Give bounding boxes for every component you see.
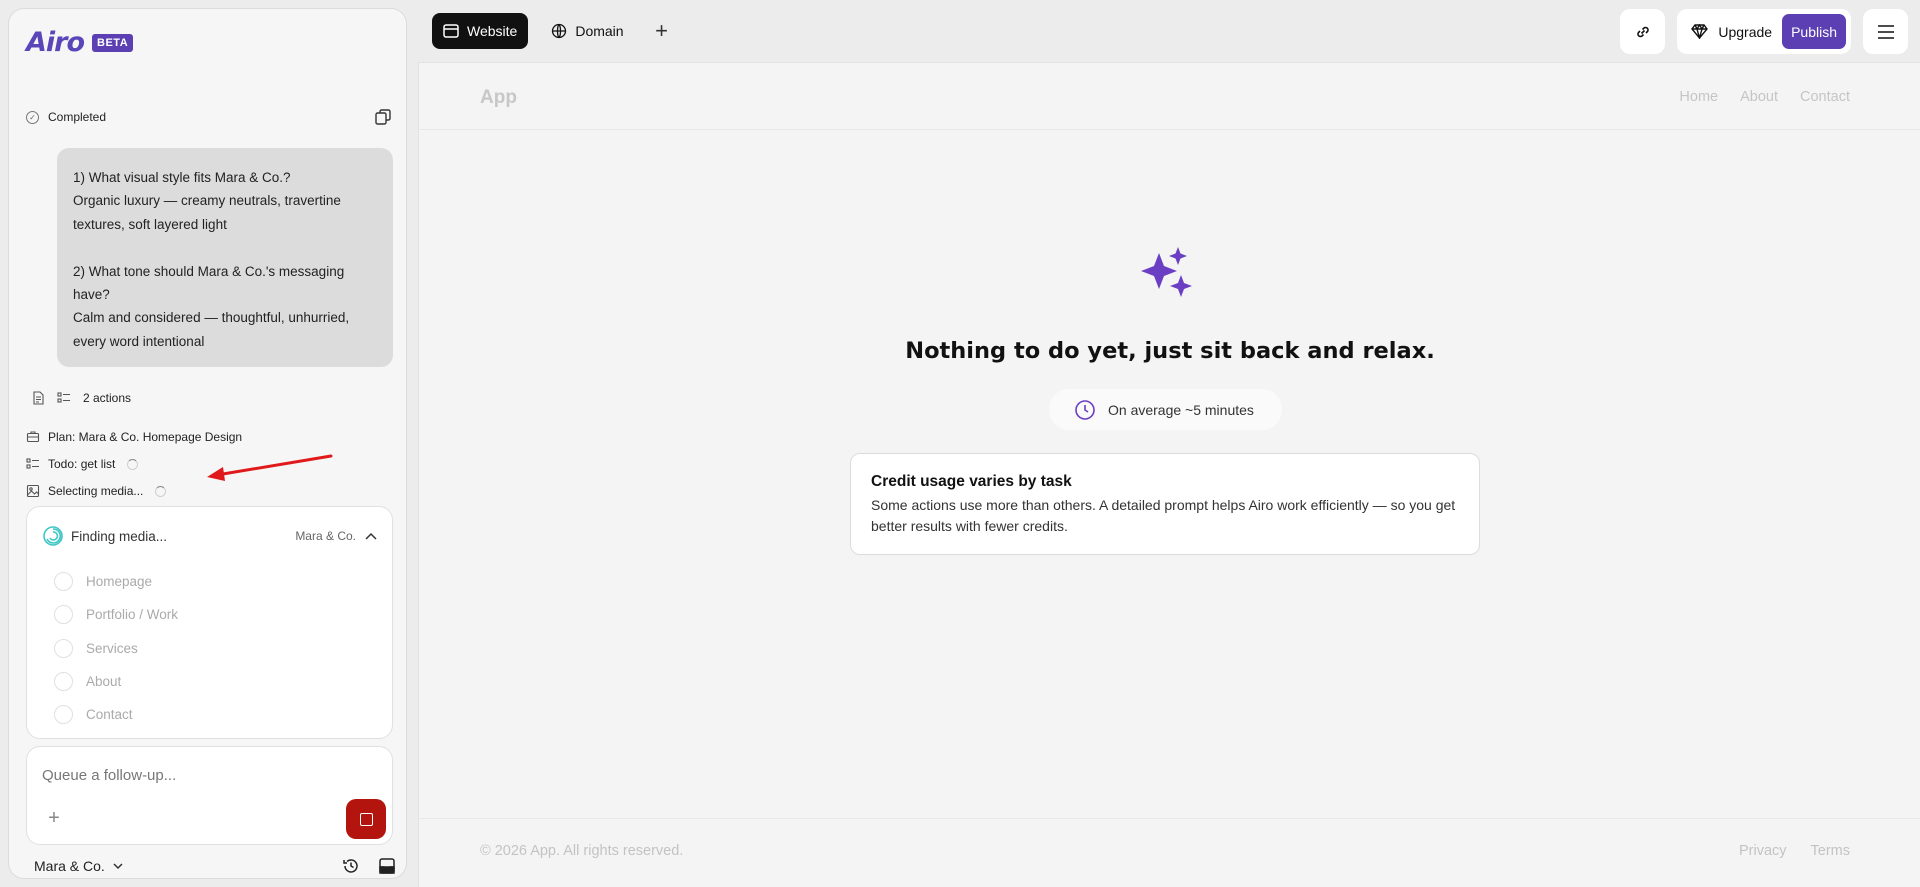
media-item[interactable]: Homepage: [54, 565, 178, 598]
upgrade-button[interactable]: Upgrade: [1718, 24, 1772, 40]
media-item[interactable]: Contact: [54, 698, 178, 731]
plan-icon: [26, 431, 40, 443]
globe-icon: [552, 23, 567, 39]
nav-home[interactable]: Home: [1679, 89, 1718, 105]
site-title: App: [480, 87, 517, 108]
credit-title: Credit usage varies by task: [871, 473, 1072, 490]
red-arrow-annotation: [207, 454, 333, 481]
loading-spinner-icon: [155, 485, 167, 497]
site-preview: App Home About Contact Nothing to do yet…: [418, 62, 1920, 887]
media-checklist: Homepage Portfolio / Work Services About…: [54, 565, 178, 731]
average-time-pill: On average ~5 minutes: [1049, 389, 1282, 430]
media-item[interactable]: Services: [54, 632, 178, 665]
menu-button[interactable]: [1863, 9, 1908, 54]
site-nav: Home About Contact: [1679, 89, 1850, 105]
media-item-label: Services: [86, 640, 138, 656]
credit-body: Some actions use more than others. A det…: [871, 497, 1456, 534]
task-label: Todo: get list: [48, 457, 116, 471]
task-label: Selecting media...: [48, 484, 144, 498]
media-item-label: About: [86, 674, 122, 690]
privacy-link[interactable]: Privacy: [1739, 843, 1787, 859]
media-item-label: Contact: [86, 707, 133, 723]
task-item[interactable]: Selecting media...: [26, 484, 167, 498]
brand-logo[interactable]: Airo BETA: [26, 27, 134, 58]
legal-links: Privacy Terms: [1739, 843, 1850, 859]
image-icon: [26, 484, 40, 498]
project-name: Mara & Co.: [34, 858, 105, 874]
publish-button[interactable]: Publish: [1782, 14, 1846, 49]
project-switcher[interactable]: Mara & Co.: [34, 858, 123, 874]
media-panel-header[interactable]: Finding media... Mara & Co.: [42, 525, 377, 547]
actions-summary[interactable]: 2 actions: [31, 391, 131, 405]
user-message-bubble: 1) What visual style fits Mara & Co.? Or…: [57, 148, 393, 367]
actions-label: 2 actions: [83, 391, 132, 405]
media-project: Mara & Co.: [295, 529, 377, 543]
copy-icon[interactable]: [374, 108, 392, 126]
logo-text: Airo: [26, 27, 85, 58]
follow-up-input[interactable]: [42, 767, 362, 784]
top-actions: Upgrade Publish: [1620, 9, 1908, 54]
radio-circle-icon: [54, 705, 73, 725]
task-item[interactable]: Todo: get list: [26, 457, 139, 471]
media-title: Finding media...: [71, 528, 168, 544]
hamburger-menu-icon: [1877, 24, 1894, 39]
chevron-down-icon: [113, 862, 123, 869]
tab-website-label: Website: [467, 23, 518, 39]
media-item-label: Portfolio / Work: [86, 607, 179, 623]
media-item-label: Homepage: [86, 574, 153, 590]
media-finder-panel: Finding media... Mara & Co. Homepage Por…: [26, 506, 393, 739]
add-attachment-icon[interactable]: +: [45, 808, 63, 828]
divider: [419, 129, 1920, 130]
history-icon[interactable]: [342, 857, 360, 875]
loading-spinner-icon: [127, 458, 139, 470]
browser-icon: [443, 24, 459, 38]
status-row: ✓ Completed: [26, 108, 392, 126]
beta-badge: BETA: [92, 33, 134, 52]
radio-circle-icon: [54, 672, 73, 692]
terms-link[interactable]: Terms: [1811, 843, 1850, 859]
divider: [419, 818, 1920, 819]
radio-circle-icon: [54, 572, 73, 592]
share-link-button[interactable]: [1620, 9, 1666, 54]
radio-circle-icon: [54, 638, 73, 658]
airo-spiral-icon: [43, 526, 63, 546]
tab-domain-label: Domain: [575, 23, 624, 39]
status-label: Completed: [48, 110, 107, 124]
add-tab-icon[interactable]: +: [647, 16, 677, 46]
nav-about[interactable]: About: [1740, 89, 1778, 105]
chevron-up-icon[interactable]: [365, 532, 377, 540]
clock-icon: [1075, 399, 1095, 420]
diamond-icon: [1691, 24, 1709, 39]
tab-website[interactable]: Website: [432, 13, 529, 49]
sidebar: Airo BETA ✓ Completed 1) What visual sty…: [8, 8, 407, 879]
task-label: Plan: Mara & Co. Homepage Design: [48, 430, 243, 444]
media-project-name: Mara & Co.: [295, 529, 356, 543]
task-item[interactable]: Plan: Mara & Co. Homepage Design: [26, 430, 242, 444]
radio-circle-icon: [54, 605, 73, 625]
stop-icon: [359, 812, 373, 826]
nav-contact[interactable]: Contact: [1800, 89, 1850, 105]
empty-state-headline: Nothing to do yet, just sit back and rel…: [905, 338, 1435, 364]
credit-info-card: Credit usage varies by task Some actions…: [850, 453, 1480, 555]
stop-button[interactable]: [346, 799, 386, 839]
check-circle-icon: ✓: [26, 110, 39, 124]
media-item[interactable]: Portfolio / Work: [54, 598, 178, 631]
sparkles-icon: [1141, 247, 1192, 297]
average-time-label: On average ~5 minutes: [1108, 401, 1254, 418]
inbox-icon[interactable]: [378, 857, 396, 875]
upgrade-publish-group: Upgrade Publish: [1677, 9, 1851, 54]
link-icon: [1637, 26, 1649, 37]
tab-domain[interactable]: Domain: [540, 13, 634, 49]
copyright-text: © 2026 App. All rights reserved.: [480, 843, 684, 859]
top-tabs: Website Domain +: [432, 13, 677, 49]
todo-icon: [26, 458, 39, 469]
media-item[interactable]: About: [54, 665, 178, 698]
follow-up-composer: +: [26, 746, 393, 845]
sidebar-footer: Mara & Co.: [34, 857, 396, 875]
checklist-icon: [57, 392, 70, 403]
document-icon: [33, 391, 44, 405]
